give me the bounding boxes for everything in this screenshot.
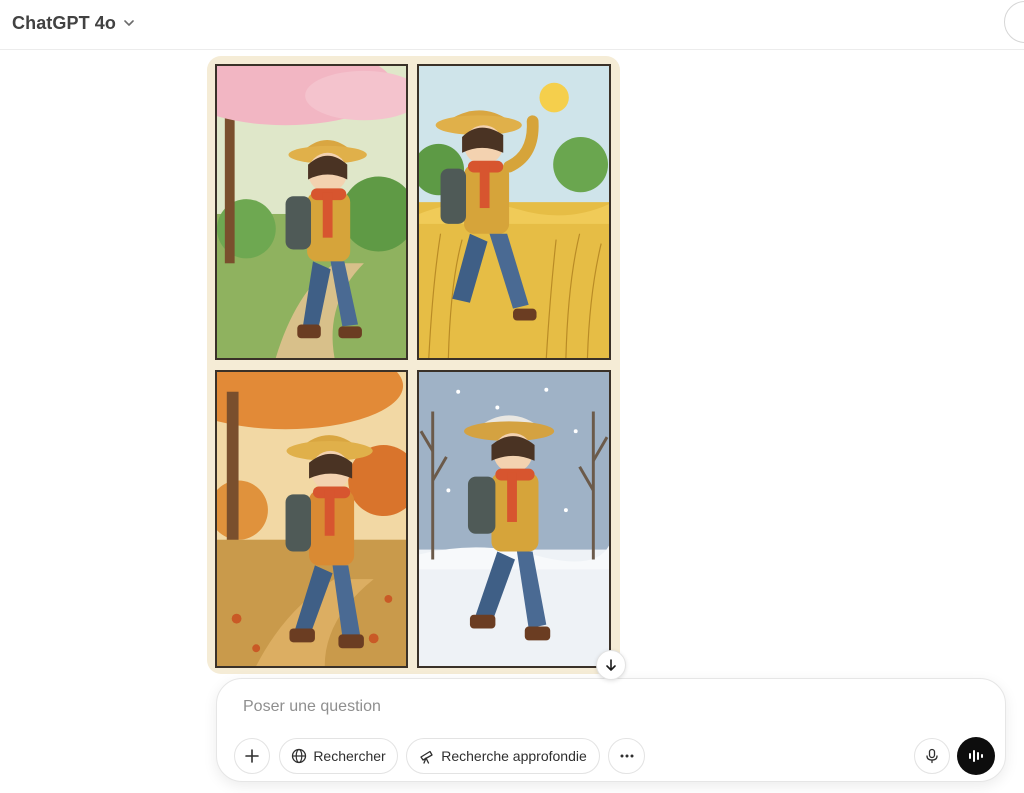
arrow-down-icon (604, 658, 618, 672)
top-header: ChatGPT 4o (0, 0, 1024, 50)
profile-button[interactable] (1004, 1, 1024, 43)
generated-image[interactable] (207, 56, 620, 674)
spring-panel (215, 64, 408, 360)
summer-panel (417, 64, 611, 360)
autumn-panel (215, 370, 408, 668)
more-horizontal-icon (619, 748, 635, 764)
scroll-to-bottom-button[interactable] (596, 650, 626, 680)
globe-icon (291, 748, 307, 764)
winter-panel (417, 370, 611, 668)
more-tools-button[interactable] (608, 738, 645, 774)
model-name: ChatGPT 4o (12, 12, 117, 33)
plus-icon (244, 748, 260, 764)
deep-research-button-label: Recherche approfondie (441, 748, 587, 764)
dictate-button[interactable] (914, 738, 950, 774)
voice-waveform-icon (967, 747, 985, 765)
deep-research-button[interactable]: Recherche approfondie (406, 738, 600, 774)
microphone-icon (924, 748, 940, 764)
prompt-input[interactable] (243, 696, 943, 718)
prompt-composer: Rechercher Recherche approfondie (216, 678, 1006, 782)
telescope-icon (419, 748, 435, 764)
voice-mode-button[interactable] (957, 737, 995, 775)
search-button-label: Rechercher (313, 748, 386, 764)
add-attachment-button[interactable] (234, 738, 270, 774)
search-button[interactable]: Rechercher (279, 738, 398, 774)
model-selector[interactable]: ChatGPT 4o (8, 8, 142, 38)
chevron-down-icon (122, 16, 136, 30)
